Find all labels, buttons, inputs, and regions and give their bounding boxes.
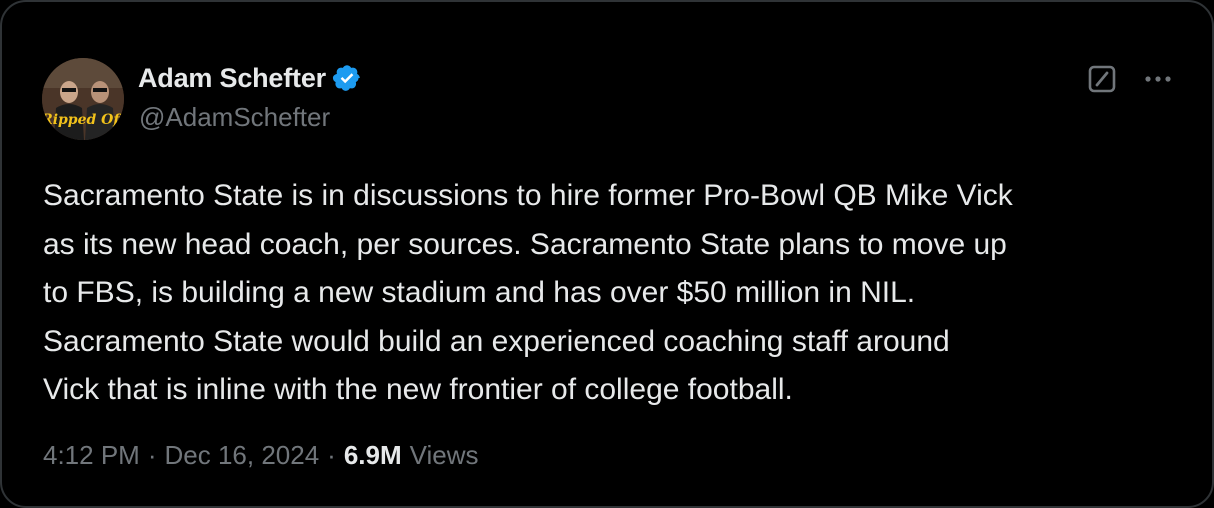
avatar-caption: Ripped Off [42, 112, 124, 128]
grok-button[interactable] [1085, 62, 1119, 96]
tweet-text: Sacramento State is in discussions to hi… [43, 179, 1013, 406]
author-name[interactable]: Adam Schefter [138, 63, 326, 94]
meta-separator: · [147, 440, 157, 470]
views-label: Views [409, 440, 479, 470]
author-name-row: Adam Schefter [138, 60, 362, 96]
tweet-meta: 4:12 PM · Dec 16, 2024 · 6.9M Views [43, 440, 479, 471]
meta-separator: · [327, 440, 336, 470]
more-options-button[interactable] [1138, 62, 1178, 96]
views-count[interactable]: 6.9M [344, 440, 402, 471]
verified-badge-icon[interactable] [332, 63, 362, 93]
tweet-card: Ripped Off Adam Schefter @AdamSchefter S… [0, 0, 1214, 508]
tweet-date[interactable]: Dec 16, 2024 [165, 440, 320, 471]
author-avatar[interactable]: Ripped Off [42, 58, 124, 140]
more-dots-icon [1145, 76, 1171, 82]
author-handle[interactable]: @AdamSchefter [139, 102, 330, 133]
tweet-time[interactable]: 4:12 PM [43, 440, 140, 471]
grok-slash-icon [1088, 65, 1116, 93]
avatar-image: Ripped Off [42, 58, 124, 140]
